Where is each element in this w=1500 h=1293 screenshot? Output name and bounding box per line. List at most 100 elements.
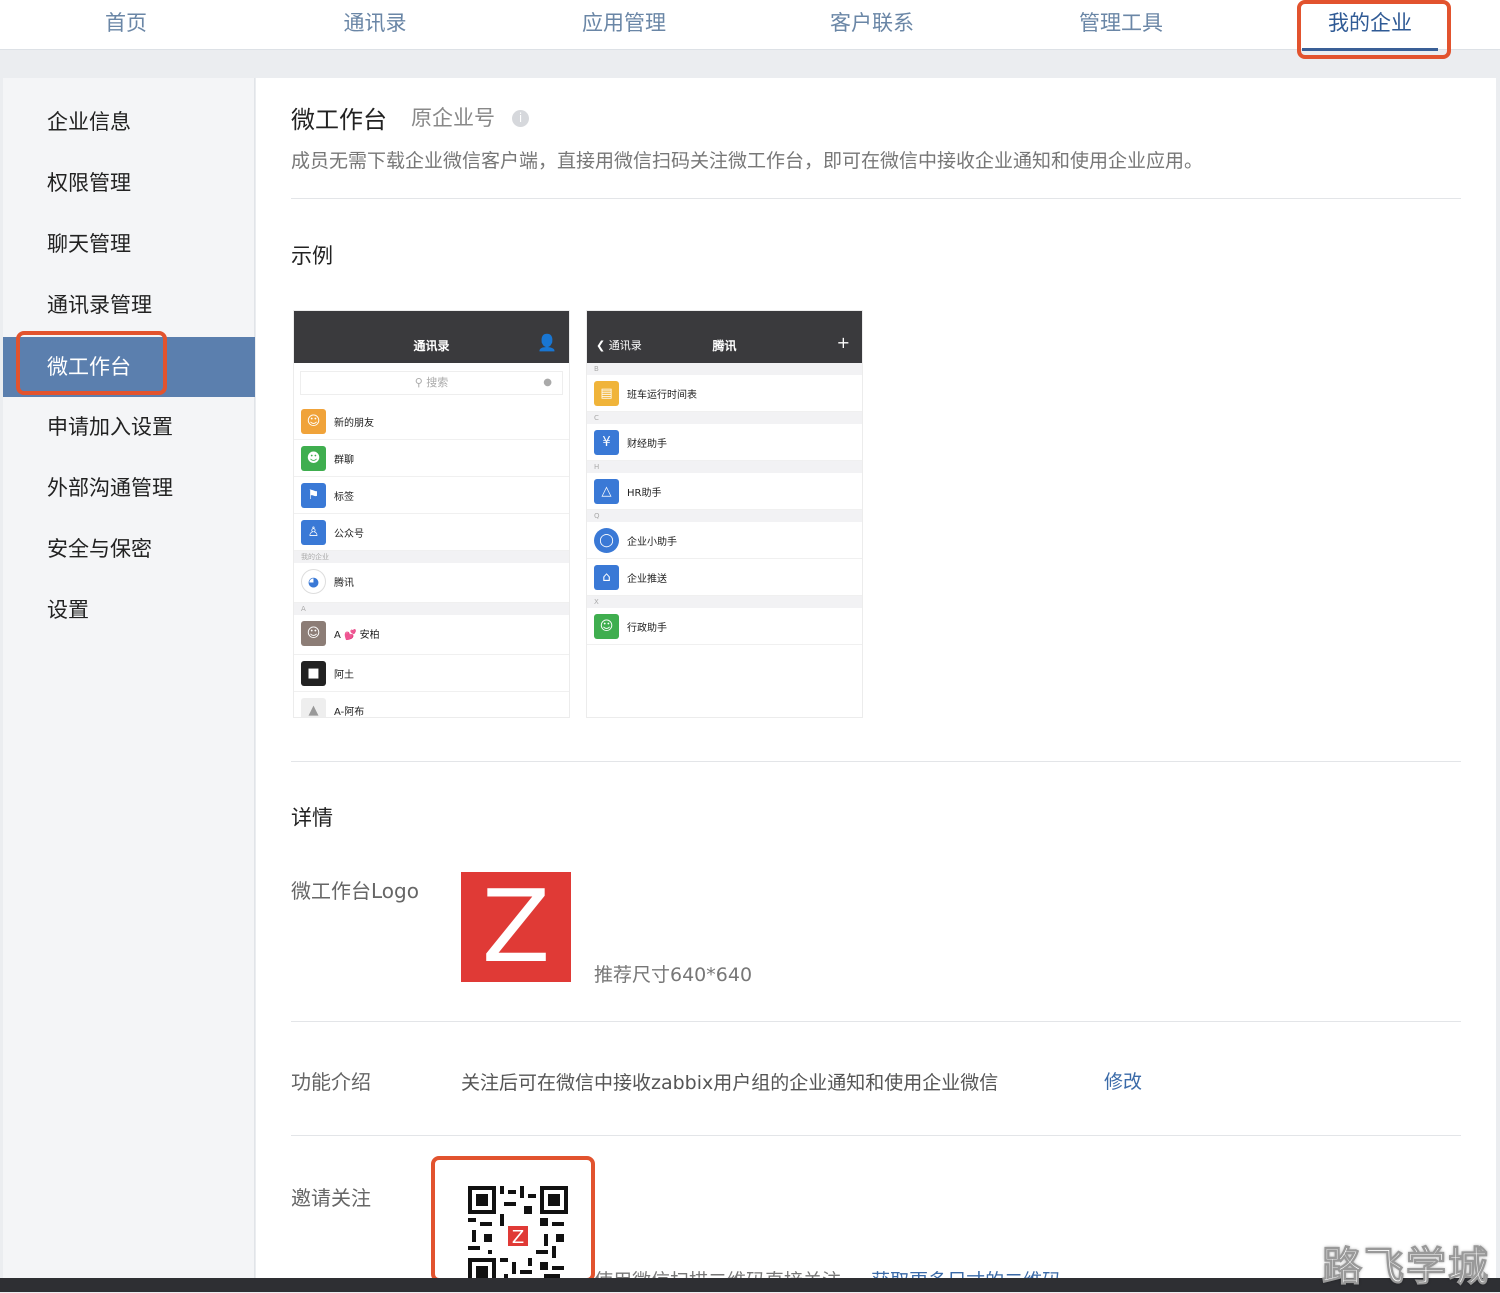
qr-logo-badge: Z bbox=[506, 1224, 530, 1248]
phone-header: ❮ 通讯录 腾讯 + bbox=[587, 311, 862, 363]
sidebar-item-permissions[interactable]: 权限管理 bbox=[3, 153, 255, 213]
finance-icon: ¥ bbox=[594, 430, 619, 455]
list-item-label: 新的朋友 bbox=[334, 418, 374, 429]
list-item-label: 财经助手 bbox=[627, 439, 667, 450]
list-item: ☺ A 💕 安柏 bbox=[294, 615, 569, 655]
list-item: ▲ A-阿布 bbox=[294, 692, 569, 718]
sidebar-item-security[interactable]: 安全与保密 bbox=[3, 519, 255, 579]
admin-icon: ☺ bbox=[594, 614, 619, 639]
main-content: 微工作台 原企业号 i 成员无需下载企业微信客户端，直接用微信扫码关注微工作台，… bbox=[256, 78, 1496, 1292]
list-item: ◯ 企业小助手 bbox=[587, 522, 862, 559]
list-item-label: 企业推送 bbox=[627, 574, 667, 585]
top-nav: 首页 通讯录 应用管理 客户联系 管理工具 我的企业 bbox=[0, 0, 1500, 51]
list-item-label: 行政助手 bbox=[627, 623, 667, 634]
phone-title: 腾讯 bbox=[712, 339, 737, 353]
divider bbox=[291, 1135, 1461, 1136]
divider bbox=[291, 761, 1461, 762]
sidebar-item-chat-management[interactable]: 聊天管理 bbox=[3, 214, 255, 274]
sidebar-item-company-info[interactable]: 企业信息 bbox=[3, 92, 255, 152]
list-item: ■ 阿土 bbox=[294, 655, 569, 692]
list-item: ♙ 公众号 bbox=[294, 514, 569, 551]
divider bbox=[291, 1021, 1461, 1022]
page-subtitle: 原企业号 bbox=[411, 106, 495, 130]
edit-link[interactable]: 修改 bbox=[1104, 1067, 1142, 1094]
list-item: ▤ 班车运行时间表 bbox=[587, 375, 862, 412]
info-icon[interactable]: i bbox=[512, 110, 529, 127]
phone-search: ⚲ 搜索 ● bbox=[300, 371, 563, 395]
example-screenshot-company: ❮ 通讯录 腾讯 + B ▤ 班车运行时间表 C ¥ 财经助手 H △ HR助手 Q … bbox=[586, 310, 863, 718]
phone-title: 通讯录 bbox=[413, 339, 450, 353]
section-header: H bbox=[587, 461, 862, 473]
section-header: 我的企业 bbox=[294, 551, 569, 563]
tab-customer-contact[interactable]: 客户联系 bbox=[792, 6, 952, 40]
tencent-logo-icon: ◕ bbox=[301, 569, 326, 594]
example-heading: 示例 bbox=[291, 244, 333, 268]
section-header: X bbox=[587, 596, 862, 608]
details-heading: 详情 bbox=[291, 806, 333, 830]
list-item-label: 公众号 bbox=[334, 529, 364, 540]
list-item: ☺ 新的朋友 bbox=[294, 403, 569, 440]
workbench-logo[interactable]: Z bbox=[461, 872, 571, 982]
list-item-label: A 💕 安柏 bbox=[334, 630, 380, 641]
active-tab-underline bbox=[1302, 48, 1438, 51]
logo-size-hint: 推荐尺寸640*640 bbox=[594, 964, 753, 986]
page-description: 成员无需下载企业微信客户端，直接用微信扫码关注微工作台，即可在微信中接收企业通知… bbox=[291, 150, 1204, 172]
bus-schedule-icon: ▤ bbox=[594, 381, 619, 406]
section-header: C bbox=[587, 412, 862, 424]
function-intro-text: 关注后可在微信中接收zabbix用户组的企业通知和使用企业微信 bbox=[461, 1072, 999, 1094]
official-account-icon: ♙ bbox=[301, 520, 326, 545]
list-item: ⚑ 标签 bbox=[294, 477, 569, 514]
sidebar: 企业信息 权限管理 聊天管理 通讯录管理 微工作台 申请加入设置 外部沟通管理 … bbox=[3, 78, 255, 1278]
sidebar-item-settings[interactable]: 设置 bbox=[3, 580, 255, 640]
list-item: ⌂ 企业推送 bbox=[587, 559, 862, 596]
section-header: A bbox=[294, 603, 569, 615]
tab-contacts[interactable]: 通讯录 bbox=[295, 6, 455, 40]
list-item-label: 企业小助手 bbox=[627, 537, 677, 548]
add-contact-icon: 👤 bbox=[537, 333, 557, 352]
sidebar-item-micro-workbench[interactable]: 微工作台 bbox=[3, 337, 255, 397]
tab-app-management[interactable]: 应用管理 bbox=[544, 6, 704, 40]
list-item-label: HR助手 bbox=[627, 488, 662, 499]
section-header: B bbox=[587, 363, 862, 375]
phone-search-placeholder: 搜索 bbox=[426, 376, 449, 389]
tab-my-company[interactable]: 我的企业 bbox=[1290, 6, 1450, 51]
list-item-label: 标签 bbox=[334, 492, 354, 503]
sidebar-item-join-settings[interactable]: 申请加入设置 bbox=[3, 397, 255, 457]
list-item-label: 腾讯 bbox=[334, 578, 354, 589]
list-item-label: A-阿布 bbox=[334, 707, 365, 718]
list-item-label: 阿土 bbox=[334, 670, 354, 681]
page-title: 微工作台 bbox=[291, 106, 387, 134]
list-item-label: 班车运行时间表 bbox=[627, 390, 697, 401]
tab-management-tools[interactable]: 管理工具 bbox=[1041, 6, 1201, 40]
list-item: ◕ 腾讯 bbox=[294, 563, 569, 603]
list-item: ☺ 行政助手 bbox=[587, 608, 862, 645]
list-item: ☻ 群聊 bbox=[294, 440, 569, 477]
function-intro-label: 功能介绍 bbox=[291, 1070, 371, 1094]
home-icon: ⌂ bbox=[594, 565, 619, 590]
divider bbox=[291, 198, 1461, 199]
group-chat-icon: ☻ bbox=[301, 446, 326, 471]
assistant-icon: ◯ bbox=[594, 528, 619, 553]
tag-icon: ⚑ bbox=[301, 483, 326, 508]
bottom-bar bbox=[0, 1278, 1500, 1292]
avatar: ☺ bbox=[301, 621, 326, 646]
sidebar-item-external-communication[interactable]: 外部沟通管理 bbox=[3, 458, 255, 518]
tab-my-company-label: 我的企业 bbox=[1328, 11, 1412, 35]
tab-home[interactable]: 首页 bbox=[46, 6, 206, 40]
invite-label: 邀请关注 bbox=[291, 1186, 371, 1210]
list-item: ¥ 财经助手 bbox=[587, 424, 862, 461]
hr-icon: △ bbox=[594, 479, 619, 504]
list-item-label: 群聊 bbox=[334, 455, 354, 466]
list-item: △ HR助手 bbox=[587, 473, 862, 510]
mic-icon: ● bbox=[543, 377, 552, 388]
new-friend-icon: ☺ bbox=[301, 409, 326, 434]
logo-label: 微工作台Logo bbox=[291, 879, 419, 903]
section-header: Q bbox=[587, 510, 862, 522]
sidebar-item-contacts-management[interactable]: 通讯录管理 bbox=[3, 275, 255, 335]
avatar: ▲ bbox=[301, 698, 326, 717]
plus-icon: + bbox=[836, 333, 850, 352]
phone-header: 通讯录 👤 bbox=[294, 311, 569, 363]
avatar: ■ bbox=[301, 661, 326, 686]
watermark: 路飞学城 bbox=[1322, 1244, 1490, 1291]
example-screenshot-contacts: 通讯录 👤 ⚲ 搜索 ● ☺ 新的朋友 ☻ 群聊 ⚑ 标签 ♙ 公众号 我的企业 ◕ 腾讯 … bbox=[293, 310, 570, 718]
